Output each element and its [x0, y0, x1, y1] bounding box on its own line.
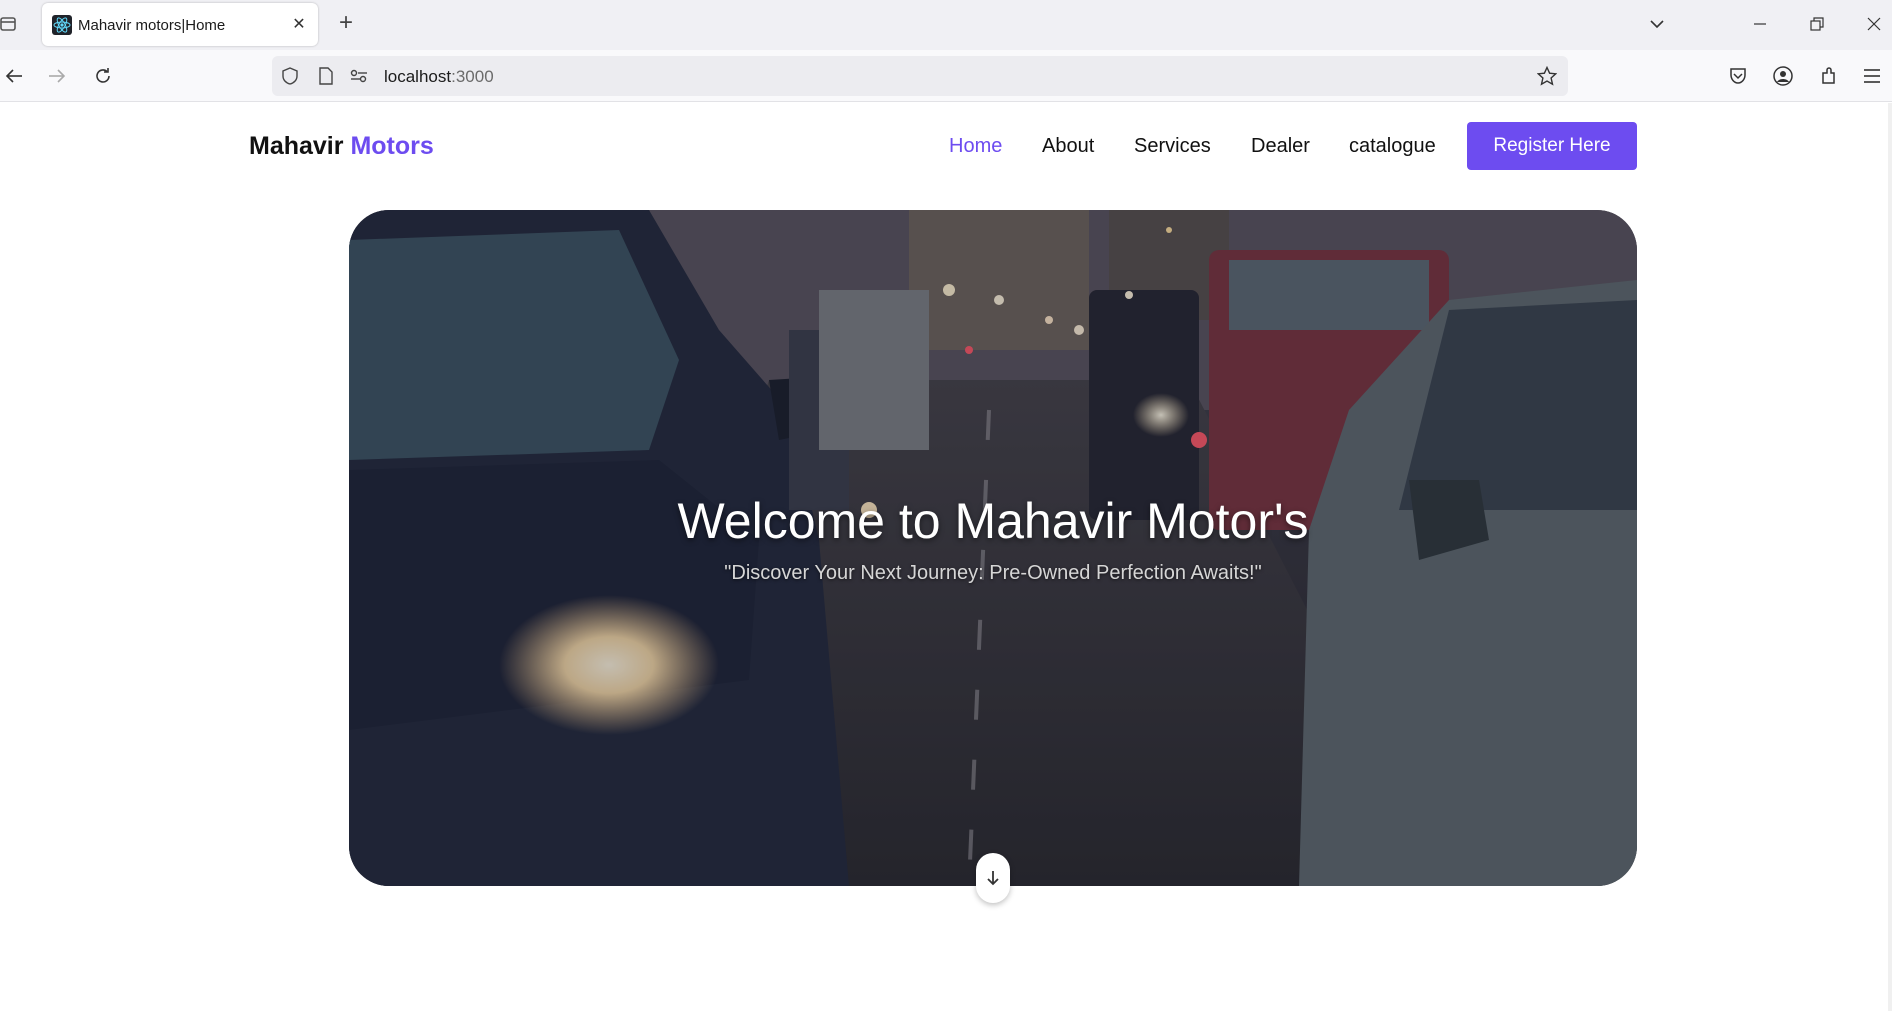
arrow-down-icon[interactable]	[976, 853, 1010, 903]
extensions-icon[interactable]	[1815, 62, 1843, 90]
hero-subtitle: "Discover Your Next Journey: Pre-Owned P…	[724, 562, 1262, 584]
site-logo[interactable]: Mahavir Motors	[249, 132, 434, 161]
nav-home[interactable]: Home	[949, 135, 1002, 158]
reload-icon[interactable]	[89, 62, 117, 90]
window-close-icon[interactable]	[1862, 12, 1886, 36]
react-favicon-icon	[52, 15, 72, 35]
page-scrollbar[interactable]	[1888, 103, 1892, 1011]
tab-list-icon[interactable]	[0, 14, 20, 34]
page-icon[interactable]	[316, 66, 336, 86]
pocket-icon[interactable]	[1724, 62, 1752, 90]
browser-nav-bar: localhost:3000	[0, 50, 1892, 102]
forward-icon[interactable]	[43, 62, 71, 90]
shield-icon[interactable]	[280, 66, 300, 86]
minimize-icon[interactable]	[1748, 12, 1772, 36]
account-icon[interactable]	[1769, 62, 1797, 90]
page-content: Mahavir Motors Home About Services Deale…	[0, 103, 1892, 1011]
hero-banner: Welcome to Mahavir Motor's "Discover You…	[349, 210, 1637, 886]
nav-about[interactable]: About	[1042, 135, 1094, 158]
browser-tab-bar: Mahavir motors|Home ✕ +	[0, 0, 1892, 50]
plus-icon[interactable]: +	[334, 11, 358, 36]
close-icon[interactable]: ✕	[288, 13, 310, 35]
chevron-down-icon[interactable]	[1645, 12, 1669, 36]
nav-dealer[interactable]: Dealer	[1251, 135, 1310, 158]
url-text: localhost:3000	[384, 67, 494, 86]
nav-services[interactable]: Services	[1134, 135, 1211, 158]
url-bar[interactable]: localhost:3000	[272, 56, 1568, 96]
hero-title: Welcome to Mahavir Motor's	[677, 493, 1309, 549]
logo-main-text: Mahavir	[249, 132, 344, 160]
nav-catalogue[interactable]: catalogue	[1349, 135, 1436, 158]
permissions-icon[interactable]	[349, 66, 369, 86]
register-button[interactable]: Register Here	[1467, 122, 1637, 170]
browser-tab-active[interactable]: Mahavir motors|Home ✕	[42, 3, 318, 46]
tab-title: Mahavir motors|Home	[78, 17, 226, 34]
restore-icon[interactable]	[1805, 12, 1829, 36]
star-icon[interactable]	[1537, 66, 1557, 86]
logo-accent-text: Motors	[350, 132, 434, 160]
back-icon[interactable]	[0, 62, 28, 90]
menu-icon[interactable]	[1858, 62, 1886, 90]
